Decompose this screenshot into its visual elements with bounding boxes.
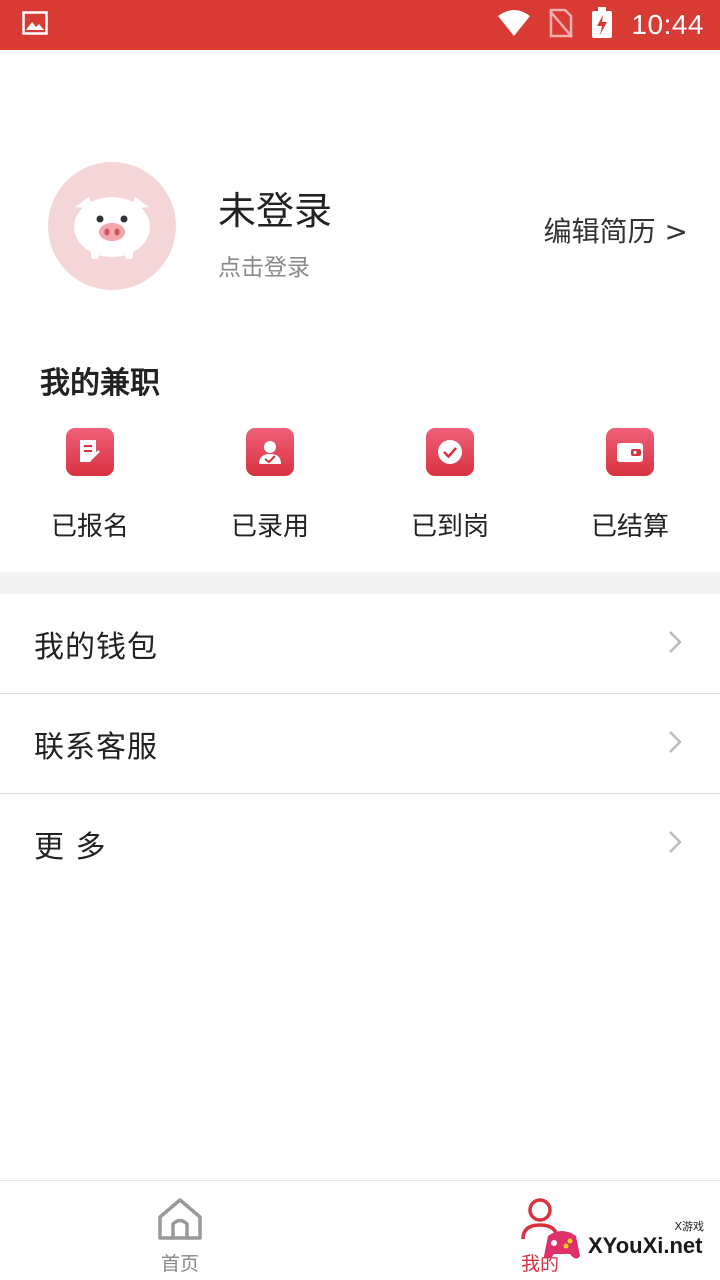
login-link[interactable]: 点击登录: [218, 248, 310, 282]
document-icon: [66, 428, 114, 476]
menu-item-label: 联系客服: [34, 729, 158, 765]
home-icon: [156, 1197, 204, 1245]
job-status-hired[interactable]: 已录用: [180, 428, 360, 548]
battery-charging-icon: [591, 7, 613, 43]
chevron-right-icon: [668, 730, 682, 758]
chevron-right-icon: [668, 630, 682, 658]
menu-item-more[interactable]: 更 多: [0, 794, 720, 894]
job-status-label: 已录用: [230, 512, 309, 542]
check-circle-icon: [426, 428, 474, 476]
status-time: 10:44: [631, 9, 704, 40]
my-jobs-title: 我的兼职: [40, 366, 160, 401]
menu-item-label: 更 多: [34, 830, 107, 865]
status-right: 10:44: [497, 7, 704, 43]
avatar[interactable]: [48, 162, 176, 290]
job-status-label: 已报名: [50, 512, 129, 542]
edit-resume-link[interactable]: 编辑简历 >: [544, 210, 688, 250]
job-status-label: 已结算: [590, 512, 669, 542]
menu-item-label: 我的钱包: [34, 629, 158, 665]
gamepad-logo-icon: [542, 1226, 582, 1266]
job-status-grid: 已报名 已录用 已到岗 已结算: [0, 428, 720, 548]
section-divider: [0, 572, 720, 594]
nav-tab-label: 首页: [160, 1253, 199, 1275]
no-sim-icon: [549, 8, 574, 42]
pig-avatar-icon: [74, 197, 150, 259]
job-status-settled[interactable]: 已结算: [540, 428, 720, 548]
watermark-small-text: X游戏: [674, 1220, 704, 1233]
wifi-icon: [497, 9, 531, 41]
status-left: [22, 11, 48, 39]
job-status-label: 已到岗: [410, 512, 489, 542]
job-status-on-duty[interactable]: 已到岗: [360, 428, 540, 548]
image-notification-icon: [22, 11, 48, 39]
chevron-right-icon: [668, 830, 682, 858]
menu-item-customer-service[interactable]: 联系客服: [0, 694, 720, 794]
watermark: XYouXi.net X游戏: [542, 1218, 712, 1274]
nav-tab-home[interactable]: 首页: [0, 1181, 360, 1280]
status-bar: 10:44: [0, 0, 720, 50]
job-status-registered[interactable]: 已报名: [0, 428, 180, 548]
profile-name[interactable]: 未登录: [218, 180, 332, 235]
wallet-icon: [606, 428, 654, 476]
menu-item-wallet[interactable]: 我的钱包: [0, 594, 720, 694]
profile-header[interactable]: 未登录 点击登录 编辑简历 >: [0, 150, 720, 310]
watermark-text: XYouXi.net: [588, 1233, 703, 1258]
person-check-icon: [246, 428, 294, 476]
menu-list: 我的钱包 联系客服 更 多: [0, 594, 720, 894]
